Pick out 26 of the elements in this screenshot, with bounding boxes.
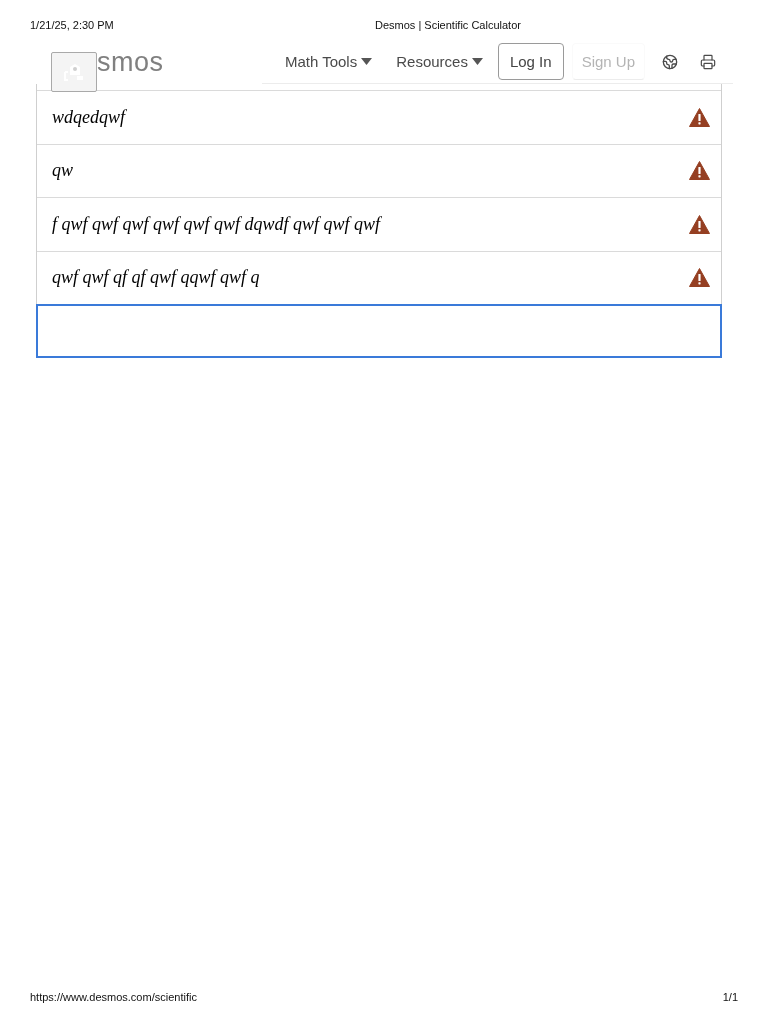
caret-icon — [361, 58, 373, 65]
page-url: https://www.desmos.com/scientific — [30, 991, 197, 1004]
logo-text[interactable]: smos — [97, 46, 164, 78]
math-expression: qw — [52, 160, 73, 182]
expression-field[interactable]: wdqedqwf — [37, 90, 721, 144]
page-title: Desmos | Scientific Calculator — [375, 19, 521, 32]
login-button[interactable]: Log In — [497, 43, 564, 80]
expression-field[interactable]: qw — [37, 143, 721, 197]
globe-icon[interactable] — [662, 53, 678, 70]
warning-icon[interactable] — [689, 107, 710, 127]
page-number: 1/1 — [722, 991, 738, 1004]
expression-field[interactable] — [36, 304, 722, 358]
nav-menu[interactable]: Resources — [396, 53, 483, 70]
math-expression: qwf qwf qf qf qwf qqwf qwf q — [52, 267, 260, 289]
warning-icon[interactable] — [689, 268, 710, 288]
nav-menu[interactable]: Math Tools — [284, 53, 373, 70]
caret-icon — [471, 58, 483, 65]
expression-field[interactable]: f qwf qwf qwf qwf qwf qwf dqwdf qwf qwf qwf — [37, 197, 721, 251]
print-date: 1/21/25, 2:30 PM — [30, 19, 115, 32]
broken-image-icon — [51, 52, 97, 92]
warning-icon[interactable] — [689, 214, 710, 234]
warning-icon[interactable] — [689, 161, 710, 181]
printer-icon[interactable] — [700, 53, 716, 70]
math-expression: f qwf qwf qwf qwf qwf qwf dqwdf qwf qwf qwf — [52, 213, 381, 235]
expression-field[interactable]: qwf qwf qf qf qwf qqwf qwf q — [37, 250, 721, 304]
math-expression: wdqedqwf — [52, 106, 125, 128]
